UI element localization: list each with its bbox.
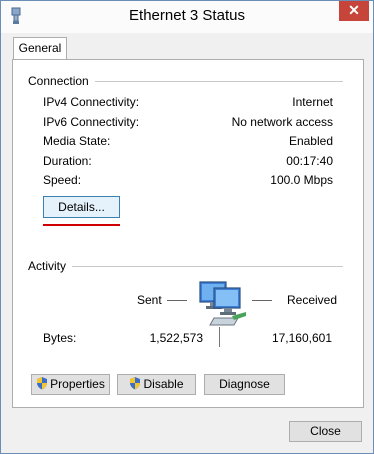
window-title: Ethernet 3 Status bbox=[129, 7, 245, 24]
disable-label: Disable bbox=[143, 377, 184, 391]
title-bar: Ethernet 3 Status ✕ bbox=[1, 1, 373, 33]
close-icon[interactable]: ✕ bbox=[339, 1, 369, 21]
duration-row: Duration: 00:17:40 bbox=[43, 154, 333, 170]
received-label: Received bbox=[287, 293, 338, 307]
media-state-label: Media State: bbox=[43, 134, 111, 148]
close-button[interactable]: Close bbox=[289, 421, 362, 442]
ipv4-value: Internet bbox=[292, 95, 333, 109]
speed-value: 100.0 Mbps bbox=[270, 173, 333, 187]
duration-value: 00:17:40 bbox=[286, 154, 333, 168]
general-panel bbox=[12, 59, 364, 408]
media-state-row: Media State: Enabled bbox=[43, 134, 333, 150]
ipv6-value: No network access bbox=[231, 115, 333, 129]
connection-group-label: Connection bbox=[28, 74, 95, 88]
shield-icon bbox=[130, 377, 141, 390]
network-computers-icon bbox=[199, 281, 246, 326]
shield-icon bbox=[37, 377, 48, 390]
ipv6-label: IPv6 Connectivity: bbox=[43, 115, 140, 129]
tab-general[interactable]: General bbox=[13, 37, 67, 60]
media-state-value: Enabled bbox=[288, 134, 333, 148]
bytes-received-value: 17,160,601 bbox=[271, 331, 332, 345]
bytes-label: Bytes: bbox=[43, 331, 77, 345]
details-highlight-underline bbox=[43, 224, 120, 226]
sent-connector bbox=[167, 300, 187, 301]
properties-label: Properties bbox=[50, 377, 105, 391]
diagnose-button[interactable]: Diagnose bbox=[204, 374, 285, 395]
ipv4-row: IPv4 Connectivity: Internet bbox=[43, 95, 333, 111]
properties-button[interactable]: Properties bbox=[31, 374, 110, 395]
details-button[interactable]: Details... bbox=[43, 196, 120, 218]
ipv6-row: IPv6 Connectivity: No network access bbox=[43, 115, 333, 131]
activity-separator bbox=[219, 327, 220, 347]
disable-button[interactable]: Disable bbox=[117, 374, 196, 395]
received-connector bbox=[252, 300, 272, 301]
speed-row: Speed: 100.0 Mbps bbox=[43, 173, 333, 189]
ipv4-label: IPv4 Connectivity: bbox=[43, 95, 140, 109]
speed-label: Speed: bbox=[43, 173, 82, 187]
activity-group-label: Activity bbox=[28, 259, 73, 273]
status-window: Ethernet 3 Status ✕ General Connection I… bbox=[0, 0, 374, 454]
duration-label: Duration: bbox=[43, 154, 92, 168]
sent-label: Sent bbox=[137, 293, 162, 307]
bytes-sent-value: 1,522,573 bbox=[149, 331, 203, 345]
activity-divider bbox=[29, 266, 343, 267]
